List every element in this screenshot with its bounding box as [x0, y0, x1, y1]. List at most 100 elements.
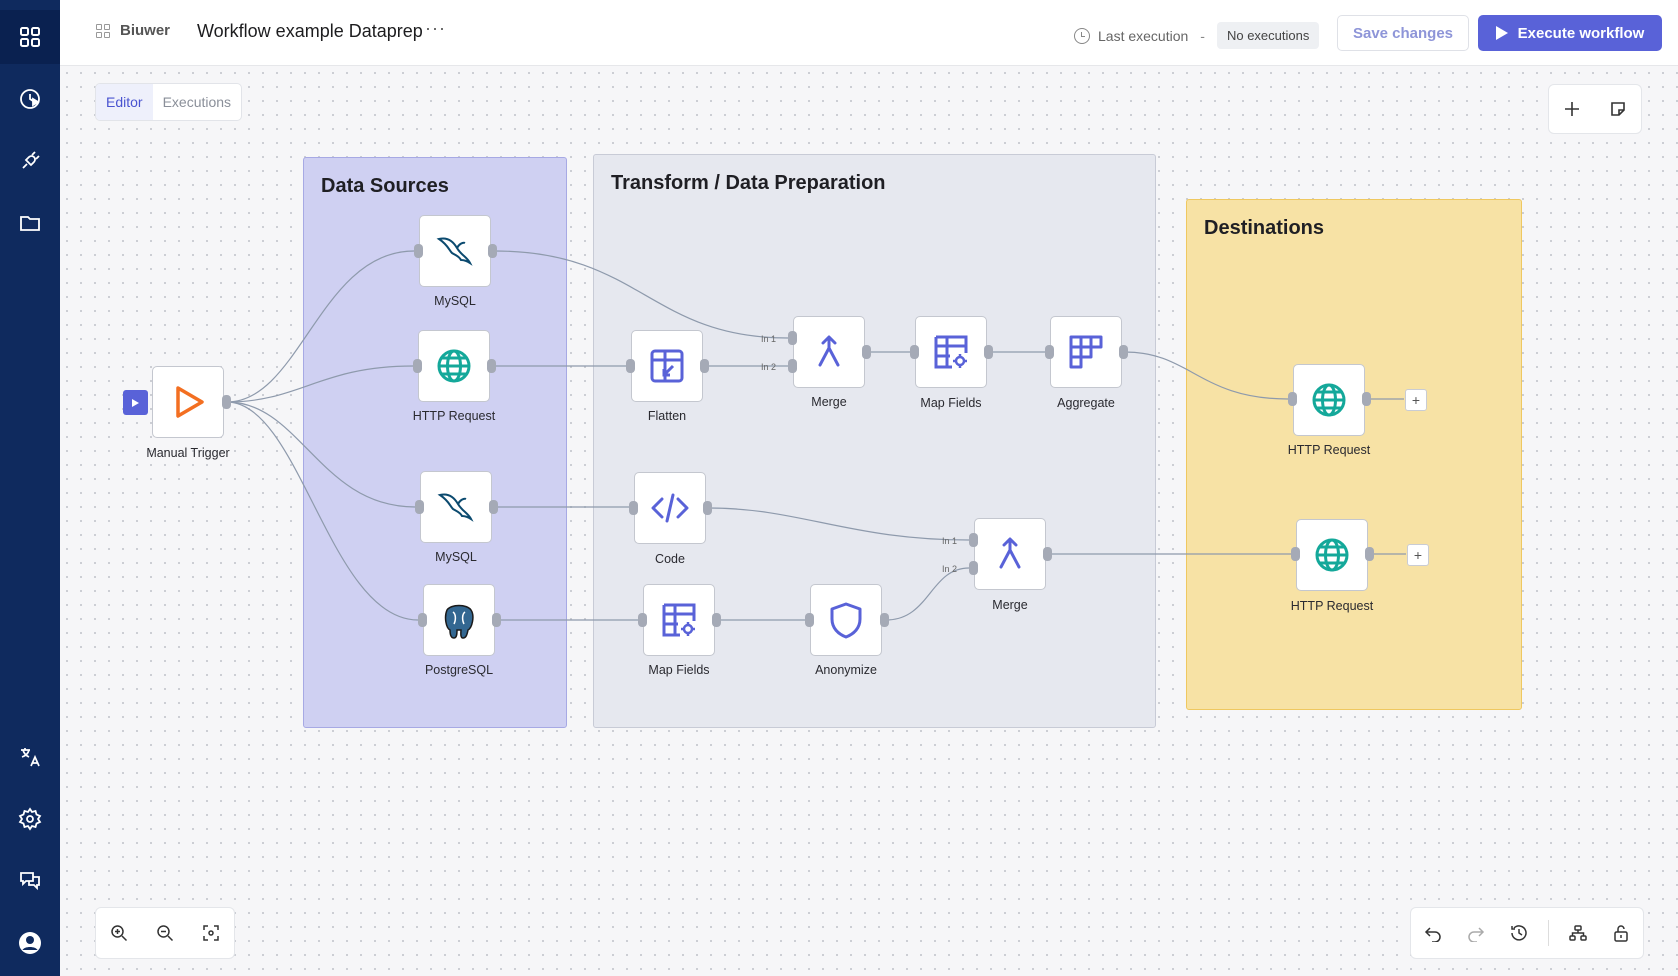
user-icon[interactable] [0, 916, 60, 970]
shield-icon [830, 602, 862, 639]
breadcrumb[interactable]: Biuwer [96, 22, 170, 39]
output-port[interactable] [1365, 547, 1374, 561]
zoom-controls [95, 907, 235, 959]
input-port-1[interactable] [788, 331, 797, 345]
node-merge-2[interactable] [974, 518, 1046, 590]
output-port[interactable] [1119, 345, 1128, 359]
output-port[interactable] [489, 500, 498, 514]
clock-icon [1074, 27, 1090, 44]
input-port-1[interactable] [969, 533, 978, 547]
input-port[interactable] [414, 244, 423, 258]
dashboard-icon[interactable] [0, 10, 60, 64]
output-port[interactable] [487, 359, 496, 373]
output-port[interactable] [703, 501, 712, 515]
workflow-title[interactable]: Workflow example Dataprep [197, 21, 423, 42]
aggregate-icon [1069, 335, 1103, 369]
folder-icon[interactable] [0, 196, 60, 250]
output-port[interactable] [488, 244, 497, 258]
input-port[interactable] [638, 613, 647, 627]
node-postgresql[interactable] [423, 584, 495, 656]
node-manual-trigger[interactable] [152, 366, 224, 438]
output-port[interactable] [222, 395, 231, 409]
sticky-note-icon[interactable] [1604, 95, 1632, 123]
node-http-request-dest-2[interactable] [1296, 519, 1368, 591]
input-port[interactable] [626, 359, 635, 373]
layout-icon[interactable] [1564, 919, 1592, 947]
node-code[interactable] [634, 472, 706, 544]
globe-icon [1312, 383, 1346, 417]
code-icon [651, 493, 689, 523]
node-mysql-2[interactable] [420, 471, 492, 543]
tab-executions[interactable]: Executions [153, 84, 241, 120]
group-title-data-sources: Data Sources [321, 175, 449, 197]
output-port[interactable] [1362, 392, 1371, 406]
output-port[interactable] [862, 345, 871, 359]
input-port[interactable] [418, 613, 427, 627]
plug-icon[interactable] [0, 134, 60, 188]
node-label: Code [655, 552, 685, 566]
map-fields-icon [934, 335, 968, 369]
input-port[interactable] [1288, 392, 1297, 406]
node-label: HTTP Request [1290, 599, 1374, 613]
output-port[interactable] [492, 613, 501, 627]
node-merge-1[interactable] [793, 316, 865, 388]
zoom-in-icon[interactable] [105, 919, 133, 947]
node-label: HTTP Request [412, 409, 496, 423]
node-label: Manual Trigger [146, 446, 230, 460]
input-port[interactable] [413, 359, 422, 373]
node-http-request-dest-1[interactable] [1293, 364, 1365, 436]
history-icon[interactable] [0, 72, 60, 126]
history-icon[interactable] [1505, 919, 1533, 947]
group-title-transform: Transform / Data Preparation [611, 172, 886, 194]
add-node-button[interactable]: + [1407, 544, 1429, 566]
last-execution-separator: - [1200, 27, 1205, 44]
input-port[interactable] [1045, 345, 1054, 359]
save-button[interactable]: Save changes [1337, 15, 1469, 51]
input-label-1: In 1 [761, 334, 777, 344]
undo-icon[interactable] [1419, 919, 1447, 947]
node-http-request-source[interactable] [418, 330, 490, 402]
flatten-icon [650, 349, 684, 383]
node-map-fields-1[interactable] [915, 316, 987, 388]
output-port[interactable] [712, 613, 721, 627]
fit-view-icon[interactable] [197, 919, 225, 947]
output-port[interactable] [880, 613, 889, 627]
view-tabs: Editor Executions [95, 83, 243, 121]
translate-icon[interactable] [0, 730, 60, 784]
settings-icon[interactable] [0, 792, 60, 846]
output-port[interactable] [1043, 547, 1052, 561]
node-mysql-1[interactable] [419, 215, 491, 287]
input-port[interactable] [910, 345, 919, 359]
unlock-icon[interactable] [1607, 919, 1635, 947]
input-port-2[interactable] [969, 561, 978, 575]
node-label: Map Fields [648, 663, 710, 677]
input-port[interactable] [1291, 547, 1300, 561]
play-icon [132, 398, 139, 407]
header: Biuwer Workflow example Dataprep ··· Las… [60, 0, 1678, 66]
output-port[interactable] [700, 359, 709, 373]
node-map-fields-2[interactable] [643, 584, 715, 656]
input-port[interactable] [415, 500, 424, 514]
node-anonymize[interactable] [810, 584, 882, 656]
play-icon [1495, 26, 1508, 40]
input-port[interactable] [805, 613, 814, 627]
add-node-button[interactable]: + [1405, 389, 1427, 411]
execute-trigger-button[interactable] [123, 390, 148, 415]
more-options-icon[interactable]: ··· [425, 18, 446, 39]
globe-icon [1315, 538, 1349, 572]
status-badge: No executions [1216, 22, 1320, 49]
brand-name: Biuwer [120, 22, 171, 39]
input-label-2: In 2 [761, 362, 777, 372]
group-title-destinations: Destinations [1204, 217, 1325, 239]
tab-editor[interactable]: Editor [96, 84, 153, 120]
node-flatten[interactable] [631, 330, 703, 402]
redo-icon[interactable] [1462, 919, 1490, 947]
input-port-2[interactable] [788, 359, 797, 373]
zoom-out-icon[interactable] [151, 919, 179, 947]
execute-workflow-button[interactable]: Execute workflow [1478, 15, 1662, 51]
plus-icon[interactable] [1558, 95, 1586, 123]
output-port[interactable] [984, 345, 993, 359]
node-aggregate[interactable] [1050, 316, 1122, 388]
chat-icon[interactable] [0, 854, 60, 908]
input-port[interactable] [629, 501, 638, 515]
